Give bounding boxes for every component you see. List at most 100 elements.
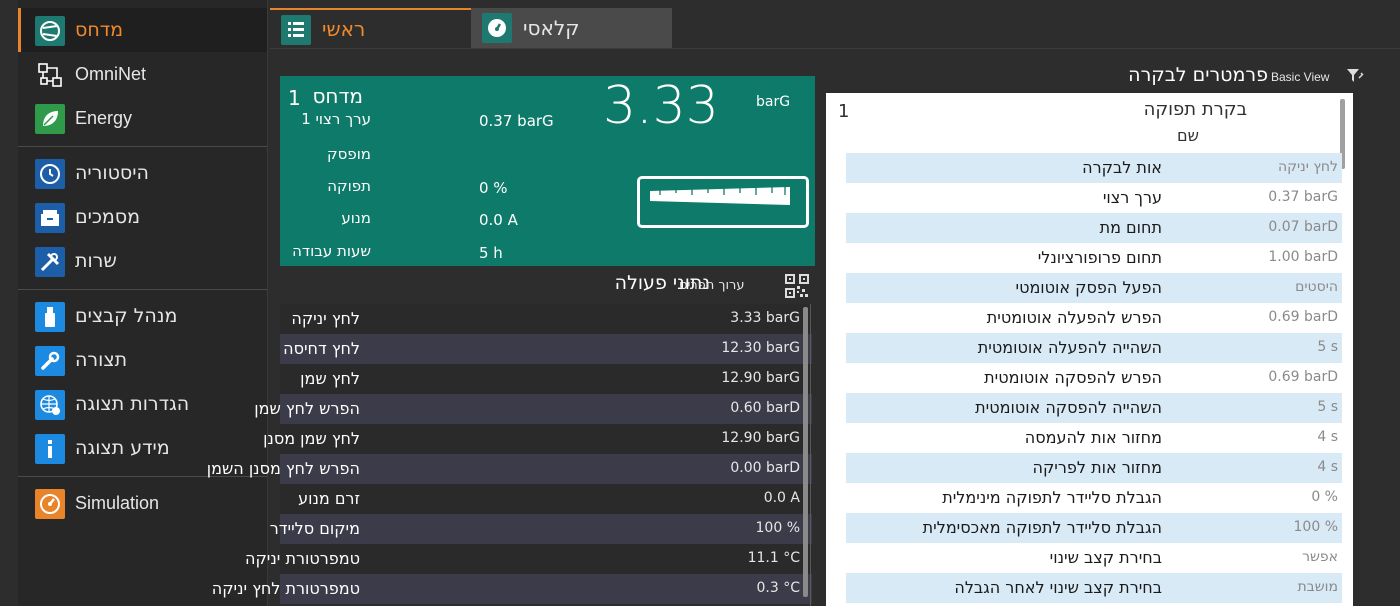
tab-classic[interactable]: קלאסי xyxy=(471,8,672,48)
tab-bar: ראשי קלאסי xyxy=(270,0,1400,48)
row-label: הפרש לחץ שמן xyxy=(254,399,360,418)
table-row[interactable]: הפרש לחץ שמן 0.60 barD xyxy=(254,394,812,424)
nav-label: מדחס xyxy=(75,19,124,41)
tab-main[interactable]: ראשי xyxy=(270,8,471,48)
table-row[interactable]: לחץ שמן 12.90 barG xyxy=(280,364,812,394)
row-value: 100 % xyxy=(755,520,800,536)
param-row[interactable]: השהייה להפסקה אוטומטית 5 s xyxy=(846,393,1342,423)
table-row[interactable]: לחץ שמן מסנן 12.90 barG xyxy=(263,424,812,454)
param-value: 0.69 barD xyxy=(1268,309,1338,325)
nav-item-simulation[interactable]: Simulation xyxy=(18,481,267,525)
param-row[interactable]: הגבלת סליידר לתפוקה מינימלית 0 % xyxy=(846,483,1342,513)
param-label: תחום פרופורציונלי xyxy=(1037,248,1162,267)
parameters-table: אות לבקרה לחץ יניקה ערך רצוי 0.37 barG תחו… xyxy=(846,153,1342,603)
nav-group-info: היסטוריה מסמכים שרות xyxy=(18,147,267,290)
basic-view-toggle[interactable]: Basic View xyxy=(1271,70,1329,84)
filter-icon[interactable] xyxy=(1346,67,1364,85)
param-group-title: בקרת תפוקה xyxy=(1143,99,1247,120)
param-row[interactable]: מחזור אות לפריקה 4 s xyxy=(846,453,1342,483)
param-value: 5 s xyxy=(1317,339,1338,355)
row-value: 0.3 °C xyxy=(756,580,801,596)
row-label: הפרש לחץ מסנן השמן xyxy=(206,459,360,478)
summary-title-number: 1 xyxy=(288,86,301,110)
edit-menu-link[interactable]: ערוך תפריט xyxy=(679,278,744,293)
suction-pressure-value: 3.33 xyxy=(603,76,719,136)
param-label: הגבלת סליידר לתפוקה מינימלית xyxy=(942,488,1162,507)
compressor-summary-card[interactable]: מדחס 1 ערך רצוי 1 0.37 barG מופסק תפוקה … xyxy=(280,76,815,266)
param-row[interactable]: הפרש להפסקה אוטומטית 0.69 barD xyxy=(846,363,1342,393)
operational-scrollbar[interactable] xyxy=(803,307,808,597)
tab-label: קלאסי xyxy=(523,16,580,40)
row-label: לחץ יניקה xyxy=(291,309,360,328)
row-value: 12.90 barG xyxy=(721,370,800,386)
row-value: 12.30 barG xyxy=(721,340,800,356)
row-value: 0.0 A xyxy=(763,490,800,506)
qr-code-icon[interactable] xyxy=(785,274,809,298)
nav-item-omninet[interactable]: OmniNet xyxy=(18,52,267,96)
param-row[interactable]: ערך רצוי 0.37 barG xyxy=(846,183,1342,213)
nav-item-display-settings[interactable]: הגדרות תצוגה xyxy=(18,382,267,426)
row-label: זרם מנוע xyxy=(298,489,360,508)
service-tools-icon xyxy=(35,247,65,277)
param-row[interactable]: הגבלת סליידר לתפוקה מאכסימלית 100 % xyxy=(846,513,1342,543)
param-value: 0.69 barD xyxy=(1268,369,1338,385)
nav-group-system: מנהל קבצים תצורה הגדרות תצוגה מידע תצוגה xyxy=(18,290,267,477)
nav-item-history[interactable]: היסטוריה xyxy=(18,151,267,195)
main-content: מדחס 1 ערך רצוי 1 0.37 barG מופסק תפוקה … xyxy=(207,48,1400,606)
param-row[interactable]: הפעל הפסק אוטומטי היסטים xyxy=(846,273,1342,303)
nav-label: Simulation xyxy=(75,492,160,513)
row-label: לחץ שמן מסנן xyxy=(263,429,360,448)
nav-item-configuration[interactable]: תצורה xyxy=(18,338,267,382)
param-row[interactable]: תחום פרופורציונלי 1.00 barD xyxy=(846,243,1342,273)
table-row[interactable]: זרם מנוע 0.0 A xyxy=(280,484,812,514)
gauge-scale-icon xyxy=(650,187,790,205)
table-row[interactable]: מיקום סליידר 100 % xyxy=(270,514,812,544)
param-label: הפרש להפסקה אוטומטית xyxy=(984,368,1162,387)
nav-item-compressor[interactable]: מדחס xyxy=(18,8,267,52)
summary-title: מדחס xyxy=(312,84,363,108)
param-row[interactable]: אות לבקרה לחץ יניקה xyxy=(846,153,1342,183)
param-value: היסטים xyxy=(1295,279,1338,295)
nav-group-simulation: Simulation xyxy=(18,477,267,531)
nav-group-main: מדחס OmniNet Energy xyxy=(18,0,267,147)
row-value: 0.60 barD xyxy=(730,400,800,416)
param-label: מחזור אות להעמסה xyxy=(1024,428,1162,447)
summary-label: תפוקה xyxy=(327,177,371,195)
table-row[interactable]: טמפרטורת לחץ יניקה 0.3 °C xyxy=(212,574,812,604)
param-row[interactable]: הפרש להפעלה אוטומטית 0.69 barD xyxy=(846,303,1342,333)
param-row[interactable]: מחזור אות להעמסה 4 s xyxy=(846,423,1342,453)
display-settings-icon xyxy=(35,390,65,420)
param-value: 4 s xyxy=(1317,459,1338,475)
param-label: הפעל הפסק אוטומטי xyxy=(1015,278,1162,297)
row-value: 11.1 °C xyxy=(747,550,800,566)
wrench-icon xyxy=(35,346,65,376)
nav-item-energy[interactable]: Energy xyxy=(18,96,267,140)
param-label: תחום מת xyxy=(1099,218,1162,237)
slide-position-gauge xyxy=(637,176,809,228)
summary-value: 5 h xyxy=(479,244,503,262)
suction-pressure-unit: barG xyxy=(756,94,791,110)
table-row[interactable]: טמפרטורת יניקה 11.1 °C xyxy=(245,544,812,574)
summary-label: מנוע xyxy=(341,209,371,227)
param-row[interactable]: השהייה להפעלה אוטומטית 5 s xyxy=(846,333,1342,363)
param-label: השהייה להפסקה אוטומטית xyxy=(975,398,1162,417)
param-label: אות לבקרה xyxy=(1082,158,1162,177)
param-label: בחירת קצב שינוי לאחר הגבלה xyxy=(954,578,1162,597)
param-row[interactable]: בחירת קצב שינוי אפשר xyxy=(846,543,1342,573)
table-row[interactable]: הפרש לחץ מסנן השמן 0.00 barD xyxy=(207,454,812,484)
param-value: 100 % xyxy=(1293,519,1338,535)
param-row[interactable]: תחום מת 0.07 barD xyxy=(846,213,1342,243)
nav-label: מנהל קבצים xyxy=(75,305,178,327)
param-group-number: 1 xyxy=(838,101,850,122)
nav-label: Energy xyxy=(75,107,133,128)
param-row[interactable]: בחירת קצב שינוי לאחר הגבלה מושבת xyxy=(846,573,1342,603)
table-row[interactable]: לחץ דחיסה 12.30 barG xyxy=(280,334,812,364)
nav-item-file-manager[interactable]: מנהל קבצים xyxy=(18,294,267,338)
summary-value: 0.0 A xyxy=(479,211,518,229)
summary-label: שעות עבודה xyxy=(292,242,371,260)
row-label: טמפרטורת לחץ יניקה xyxy=(211,579,360,598)
compressor-icon xyxy=(35,16,65,46)
nav-item-service[interactable]: שרות xyxy=(18,239,267,283)
table-row[interactable]: לחץ יניקה 3.33 barG xyxy=(280,304,812,334)
nav-item-documents[interactable]: מסמכים xyxy=(18,195,267,239)
